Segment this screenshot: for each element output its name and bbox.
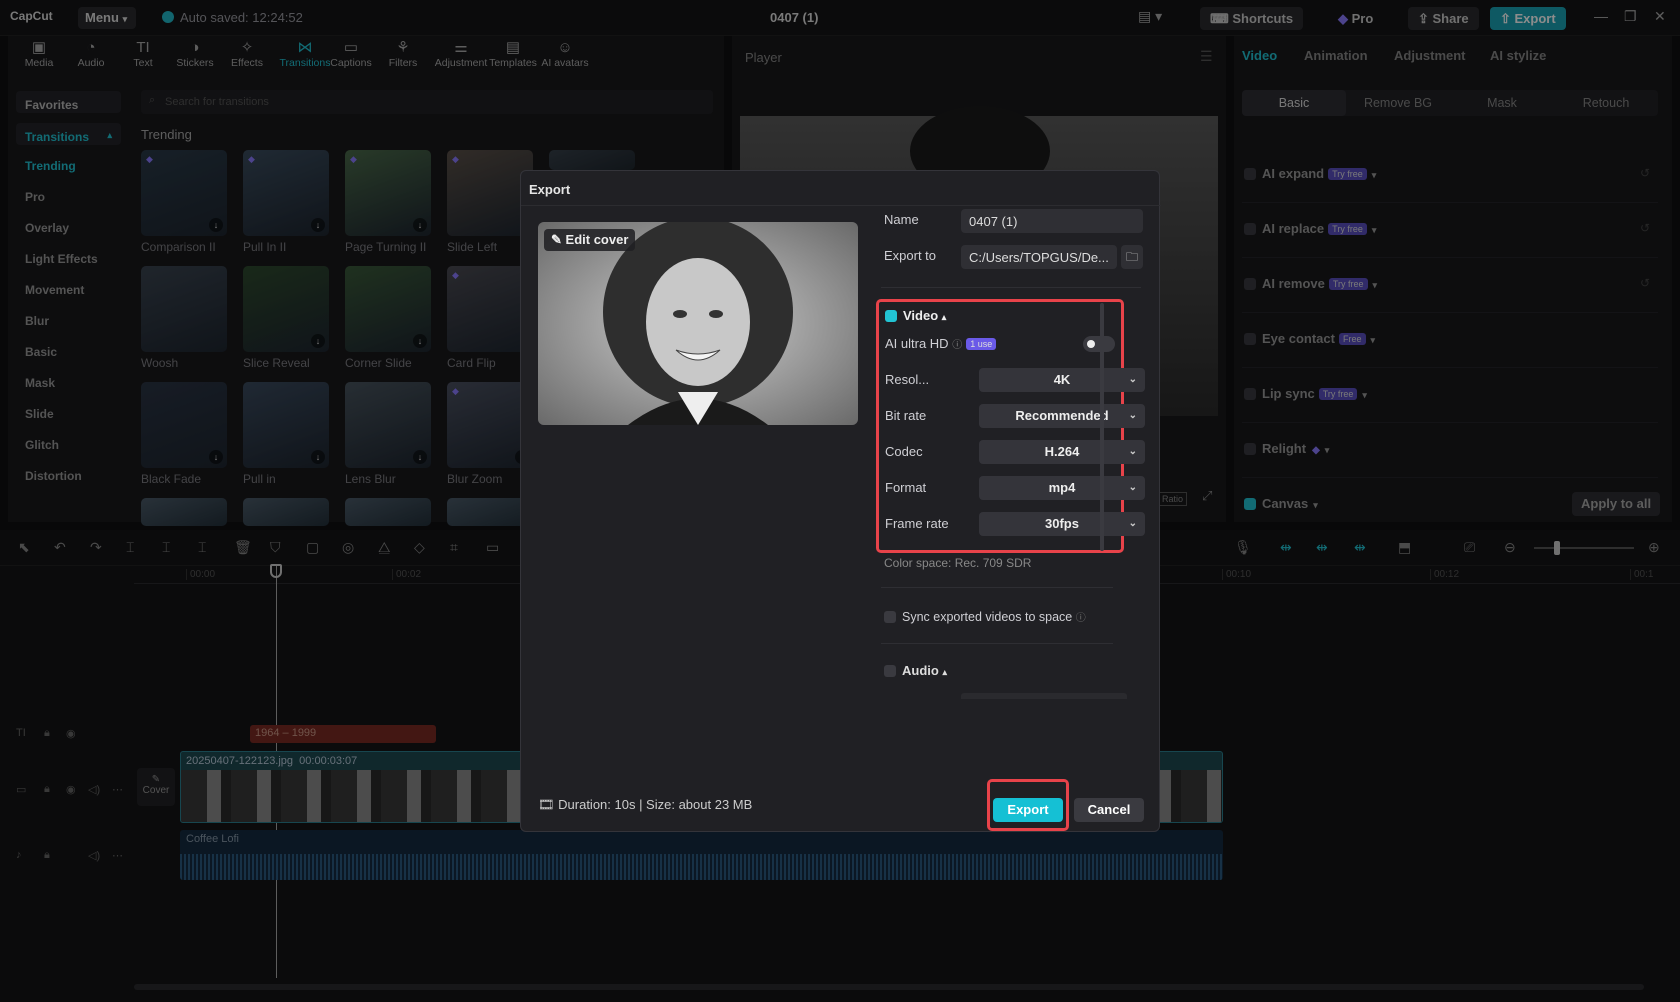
name-input[interactable]: 0407 (1) [961,209,1143,233]
video-settings-highlight: Video ▴ AI ultra HD ⓘ1 use Resol...4K⌄Bi… [876,299,1124,553]
setting-dropdown-format[interactable]: mp4⌄ [979,476,1145,500]
setting-label: Codec [885,444,923,459]
video-section-toggle[interactable]: Video ▴ [885,308,946,323]
chevron-down-icon: ⌄ [1129,440,1137,464]
ai-ultra-hd-toggle[interactable] [1083,336,1115,352]
info-icon: ⓘ [952,340,962,351]
cancel-button[interactable]: Cancel [1074,798,1144,822]
audio-section-toggle[interactable]: Audio ▴ [884,663,947,678]
setting-dropdown-frame-rate[interactable]: 30fps⌄ [979,512,1145,536]
color-space-text: Color space: Rec. 709 SDR [884,556,1031,570]
dialog-title: Export [529,182,570,197]
folder-icon[interactable]: 🗀︎ [1121,245,1143,269]
duration-size-info: 🎞︎ Duration: 10s | Size: about 23 MB [538,797,752,813]
audio-checkbox[interactable] [884,665,896,677]
chevron-down-icon: ⌄ [1129,476,1137,500]
export-to-label: Export to [884,248,936,263]
chevron-down-icon: ⌄ [1129,512,1137,536]
dialog-scrollbar[interactable] [1100,303,1104,551]
film-icon: 🎞︎ [538,797,555,812]
video-checkbox[interactable] [885,310,897,322]
export-button[interactable]: Export [993,798,1063,822]
cover-preview[interactable]: ✎ Edit cover [538,222,858,425]
setting-label: Bit rate [885,408,926,423]
edit-icon: ✎ [551,232,562,247]
setting-label: Frame rate [885,516,949,531]
sync-option[interactable]: Sync exported videos to space ⓘ [884,609,1086,624]
portrait-image [538,222,858,425]
name-label: Name [884,212,919,227]
sync-checkbox[interactable] [884,611,896,623]
info-icon: ⓘ [1076,613,1086,624]
export-path-input[interactable]: C:/Users/TOPGUS/De... [961,245,1117,269]
setting-label: Format [885,480,926,495]
setting-dropdown-resol[interactable]: 4K⌄ [979,368,1145,392]
chevron-down-icon: ⌄ [1129,404,1137,428]
setting-dropdown-bit-rate[interactable]: Recommended⌄ [979,404,1145,428]
export-dialog: Export ✎ Edit cover Name 0407 (1) Export… [520,170,1160,832]
setting-dropdown-codec[interactable]: H.264⌄ [979,440,1145,464]
edit-cover-button[interactable]: ✎ Edit cover [544,229,635,251]
setting-label: Resol... [885,372,929,387]
ai-ultra-hd-label: AI ultra HD ⓘ1 use [885,336,996,351]
chevron-down-icon: ⌄ [1129,368,1137,392]
